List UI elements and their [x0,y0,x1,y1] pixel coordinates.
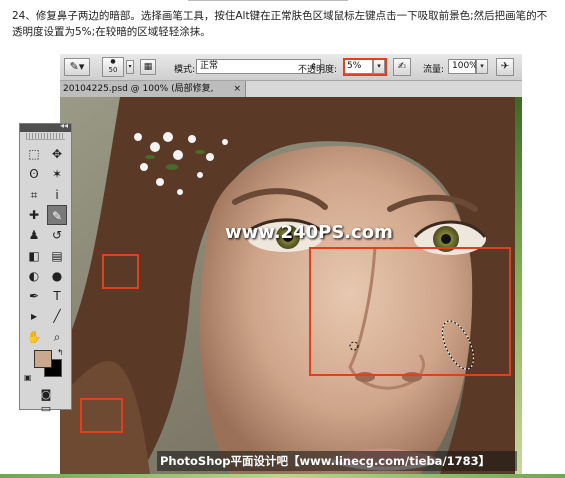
history-brush-tool[interactable]: ↺ [47,225,67,245]
eraser-tool[interactable]: ◧ [24,246,44,266]
panel-edge [515,97,522,474]
document-tab[interactable]: 20104225.psd @ 100% (局部修复, RGB/8) * × [60,81,246,110]
options-bar: ✎▾ ● 50 ▾ ▦ 模式: 正常 ⇕ 不透明度: 5% ▾ ✍ 流量: 10… [60,54,522,81]
brush-tool-highlight [102,254,139,289]
path-select-tool[interactable]: ▸ [24,306,44,326]
type-tool[interactable]: T [47,286,67,306]
shape-tool[interactable]: ╱ [47,306,67,326]
opacity-label: 不透明度: [298,65,338,75]
brush-preset-icon: ✎▾ [69,60,85,73]
foreground-swatch-highlight [80,398,123,433]
lasso-tool[interactable]: ʘ [24,164,44,184]
tools-panel: ◂◂ ⬚ ✥ ʘ ✶ ⌗ ⅰ ✚ ✎ ♟ ↺ ◧ ▤ ◐ ● ✒ T ▸ ╱ ✋ ⌕ ▣ ↰ ◙ ▭ [19,121,72,415]
foreground-color-swatch[interactable] [34,350,52,368]
tool-preset-picker[interactable]: ✎▾ [64,58,90,76]
pen-tool[interactable]: ✒ [24,286,44,306]
brush-tool[interactable]: ✎ [47,204,67,225]
hand-tool[interactable]: ✋ [24,327,44,347]
bottom-decor-strip [0,474,565,478]
site-watermark: www.240PS.com [225,222,393,243]
tools-panel-grip[interactable] [26,133,65,140]
blur-tool[interactable]: ◐ [24,266,44,286]
dodge-tool[interactable]: ● [47,266,67,286]
stamp-tool[interactable]: ♟ [24,225,44,245]
gradient-tool[interactable]: ▤ [47,246,67,266]
quick-mask-button[interactable]: ◙ ▭ [34,388,58,415]
bottom-watermark: PhotoShop平面设计吧【www.linecg.com/tieba/1783… [160,454,491,468]
tablet-pressure-button[interactable]: ✍ [393,58,411,76]
nose-area-highlight [309,247,511,376]
mode-label: 模式: [174,65,196,75]
brush-dot-icon: ● [110,58,116,65]
flow-input[interactable]: 100% [448,59,478,74]
crop-tool[interactable]: ⌗ [24,185,44,205]
quick-mask-icon: ◙ ▭ [40,388,52,415]
flow-label: 流量: [423,65,445,75]
brush-panel-toggle[interactable]: ▦ [140,59,156,75]
flow-value: 100% [452,61,478,71]
mode-value: 正常 [200,61,219,71]
step-caption: 24、修复鼻子两边的暗部。选择画笔工具，按住Alt键在正常肤色区域鼠标左键点击一… [12,10,548,38]
marquee-tool[interactable]: ⬚ [24,144,44,164]
zoom-tool[interactable]: ⌕ [47,327,67,347]
tools-panel-header[interactable]: ◂◂ [20,121,71,132]
airbrush-button[interactable]: ✈ [496,58,514,76]
swap-colors-icon[interactable]: ↰ [57,348,64,357]
collapse-icon[interactable]: ◂◂ [60,121,68,130]
eyedropper-tool[interactable]: ⅰ [47,185,67,205]
brush-size-dropdown[interactable]: ▾ [126,60,134,74]
brush-size-value: 50 [108,66,118,74]
close-icon[interactable]: × [233,81,241,97]
healing-tool[interactable]: ✚ [24,205,44,225]
top-divider [188,0,348,1]
magic-wand-tool[interactable]: ✶ [47,164,67,184]
pressure-icon: ✍ [397,61,407,72]
airbrush-icon: ✈ [500,61,510,72]
default-colors-icon[interactable]: ▣ [24,373,32,382]
brush-panel-icon: ▦ [143,62,153,72]
brush-size-picker[interactable]: ● 50 [102,57,124,77]
flow-dropdown[interactable]: ▾ [476,59,488,74]
opacity-highlight-box [343,58,387,76]
move-tool[interactable]: ✥ [47,144,67,164]
